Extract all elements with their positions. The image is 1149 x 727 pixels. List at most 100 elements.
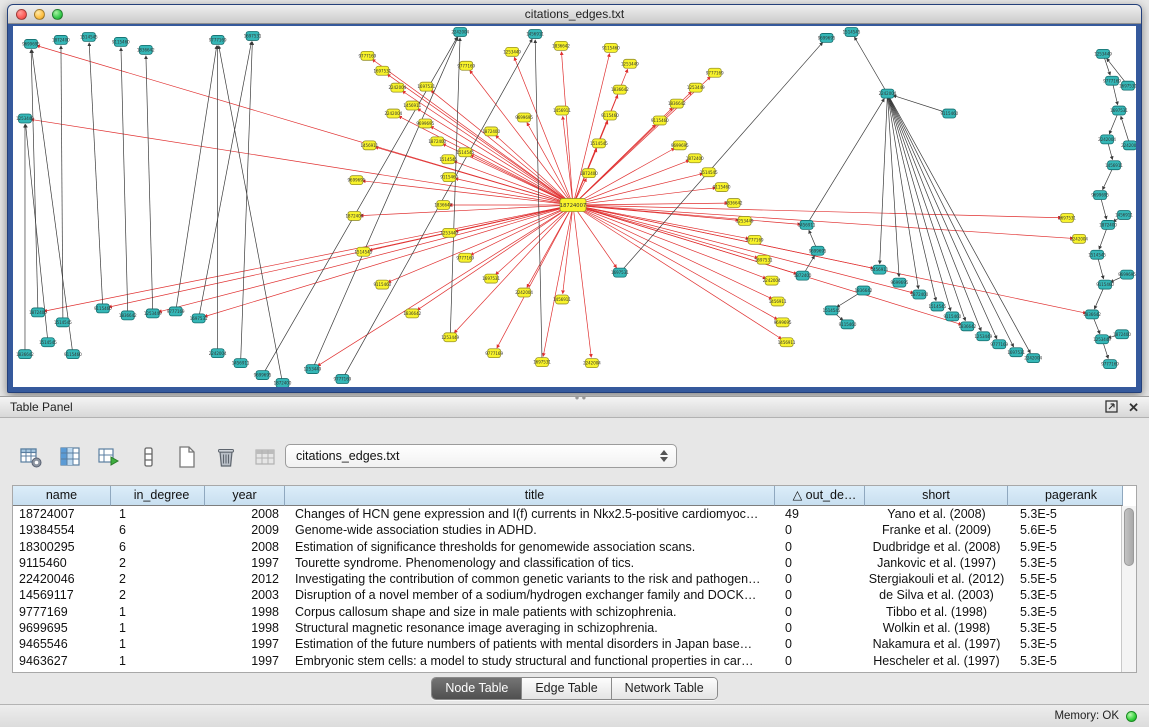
new-document-icon[interactable] — [174, 444, 200, 470]
graph-node-label: 1872400 — [580, 171, 598, 176]
table-row[interactable]: 946554611997Estimation of the future num… — [13, 636, 1121, 652]
cell-in_degree: 1 — [111, 636, 205, 652]
citation-edge-red[interactable] — [362, 181, 573, 205]
citation-edge-black[interactable] — [450, 38, 460, 337]
panel-drag-handle[interactable]: ●● — [575, 393, 589, 402]
column-header-title[interactable]: title — [285, 486, 775, 506]
graph-node-label: 1456911 — [1105, 163, 1123, 168]
cell-pagerank: 5.5E-5 — [1008, 571, 1121, 587]
column-header-name[interactable]: name — [13, 486, 111, 506]
table-row[interactable]: 911546021997Tourette syndrome. Phenomeno… — [13, 555, 1121, 571]
zoom-window-icon[interactable] — [52, 9, 63, 20]
table-settings-icon[interactable] — [18, 444, 44, 470]
citation-edge-red[interactable] — [527, 205, 573, 287]
window-title: citations_edges.txt — [8, 5, 1141, 23]
table-selector-combo[interactable]: citations_edges.txt — [285, 444, 677, 468]
citation-edge-black[interactable] — [61, 46, 63, 322]
cell-pagerank: 5.3E-5 — [1008, 636, 1121, 652]
citation-edge-black[interactable] — [807, 99, 885, 225]
network-canvas[interactable]: 1872400791154601836642125344997771691697… — [13, 26, 1136, 387]
close-window-icon[interactable] — [16, 9, 27, 20]
citation-edge-red[interactable] — [573, 203, 728, 205]
table-row[interactable]: 946362711997Embryonic stem cells: a mode… — [13, 653, 1121, 669]
citation-edge-red[interactable] — [388, 205, 573, 282]
citation-edge-black[interactable] — [887, 94, 936, 301]
table-row[interactable]: 2242004622012Investigating the contribut… — [13, 571, 1121, 587]
graph-node-label: 9699695 — [1091, 193, 1109, 198]
graph-node-label: 1253449 — [441, 335, 459, 340]
tab-edge-table[interactable]: Edge Table — [522, 678, 611, 699]
citation-edge-red[interactable] — [360, 205, 573, 216]
citation-edge-black[interactable] — [121, 48, 128, 316]
scrollbar-thumb[interactable] — [1124, 508, 1134, 566]
citation-edge-red[interactable] — [37, 46, 573, 205]
table-row[interactable]: 1830029562008Estimation of significance … — [13, 539, 1121, 555]
cell-title: Tourette syndrome. Phenomenology and cla… — [285, 555, 775, 571]
cell-name: 9777169 — [13, 604, 111, 620]
table-row[interactable]: 1938455462009Genome-wide association stu… — [13, 522, 1121, 538]
cell-pagerank: 5.3E-5 — [1008, 506, 1121, 522]
citation-edge-black[interactable] — [887, 94, 918, 289]
graph-node-label: 1514545 — [355, 249, 373, 254]
cell-year: 2003 — [205, 587, 285, 603]
citation-edge-red[interactable] — [561, 52, 573, 205]
citation-edge-black[interactable] — [880, 94, 888, 264]
graph-node-label: 1697531 — [1007, 350, 1025, 355]
import-table-icon[interactable] — [252, 444, 278, 470]
citation-edge-red[interactable] — [109, 205, 573, 307]
delete-icon[interactable] — [213, 444, 239, 470]
column-header-pagerank[interactable]: pagerank — [1008, 486, 1123, 506]
citation-edge-black[interactable] — [620, 42, 823, 272]
cell-year: 1997 — [205, 555, 285, 571]
table-panel: ●● Table Panel ✕ — [0, 396, 1149, 727]
citation-edge-black[interactable] — [176, 46, 217, 312]
citation-edge-red[interactable] — [573, 205, 1086, 313]
table-scrollbar[interactable] — [1121, 506, 1136, 672]
cell-name: 18724007 — [13, 506, 111, 522]
graph-node-label: 1836642 — [611, 87, 629, 92]
column-header-out_degree[interactable]: △ out_de… — [775, 486, 865, 506]
column-header-short[interactable]: short — [865, 486, 1008, 506]
row-icon[interactable] — [135, 444, 161, 470]
float-panel-icon[interactable] — [1105, 400, 1118, 415]
close-panel-icon[interactable]: ✕ — [1128, 401, 1139, 414]
citation-edge-red[interactable] — [431, 90, 573, 205]
graph-node-label: 9777169 — [456, 255, 474, 260]
citation-edge-red[interactable] — [497, 205, 573, 348]
edit-table-icon[interactable] — [96, 444, 122, 470]
graph-node-label: 2242004 — [515, 290, 533, 295]
graph-node-label: 1872400 — [1113, 332, 1131, 337]
minimize-window-icon[interactable] — [34, 9, 45, 20]
table-tab-strip: Node Table Edge Table Network Table — [0, 677, 1149, 700]
table-row[interactable]: 1872400712008Changes of HCN gene express… — [13, 506, 1121, 522]
column-header-in_degree[interactable]: in_degree — [111, 486, 205, 506]
graph-node-label: 1514545 — [80, 35, 98, 40]
graph-node-label: 1697531 — [482, 276, 500, 281]
citation-edge-red[interactable] — [402, 91, 573, 205]
citation-edge-red[interactable] — [431, 126, 573, 205]
graph-node-label: 1456911 — [526, 32, 544, 37]
citation-edge-black[interactable] — [89, 43, 103, 309]
tab-network-table[interactable]: Network Table — [612, 678, 717, 699]
cell-pagerank: 5.3E-5 — [1008, 653, 1121, 669]
citation-edge-black[interactable] — [146, 56, 153, 314]
cell-in_degree: 6 — [111, 539, 205, 555]
graph-node-label: 1253449 — [440, 230, 458, 235]
cell-pagerank: 5.3E-5 — [1008, 604, 1121, 620]
citation-edge-red[interactable] — [159, 205, 573, 312]
graph-node-label: 2242004 — [763, 278, 781, 283]
select-columns-icon[interactable] — [57, 444, 83, 470]
table-row[interactable]: 969969511998Structural magnetic resonanc… — [13, 620, 1121, 636]
table-row[interactable]: 1456911722003Disruption of a novel membe… — [13, 587, 1121, 603]
citation-edge-red[interactable] — [471, 205, 573, 255]
citation-edge-black[interactable] — [887, 94, 981, 331]
column-header-year[interactable]: year — [205, 486, 285, 506]
citation-edge-black[interactable] — [855, 37, 888, 93]
table-row[interactable]: 977716911998Corpus callosum shape and si… — [13, 604, 1121, 620]
citation-edge-red[interactable] — [470, 71, 573, 205]
tab-node-table[interactable]: Node Table — [432, 678, 522, 699]
network-view[interactable]: 1872400791154601836642125344997771691697… — [13, 26, 1136, 387]
citation-edge-black[interactable] — [887, 94, 899, 277]
citation-edge-red[interactable] — [387, 74, 573, 205]
window-titlebar[interactable]: citations_edges.txt — [8, 5, 1141, 24]
